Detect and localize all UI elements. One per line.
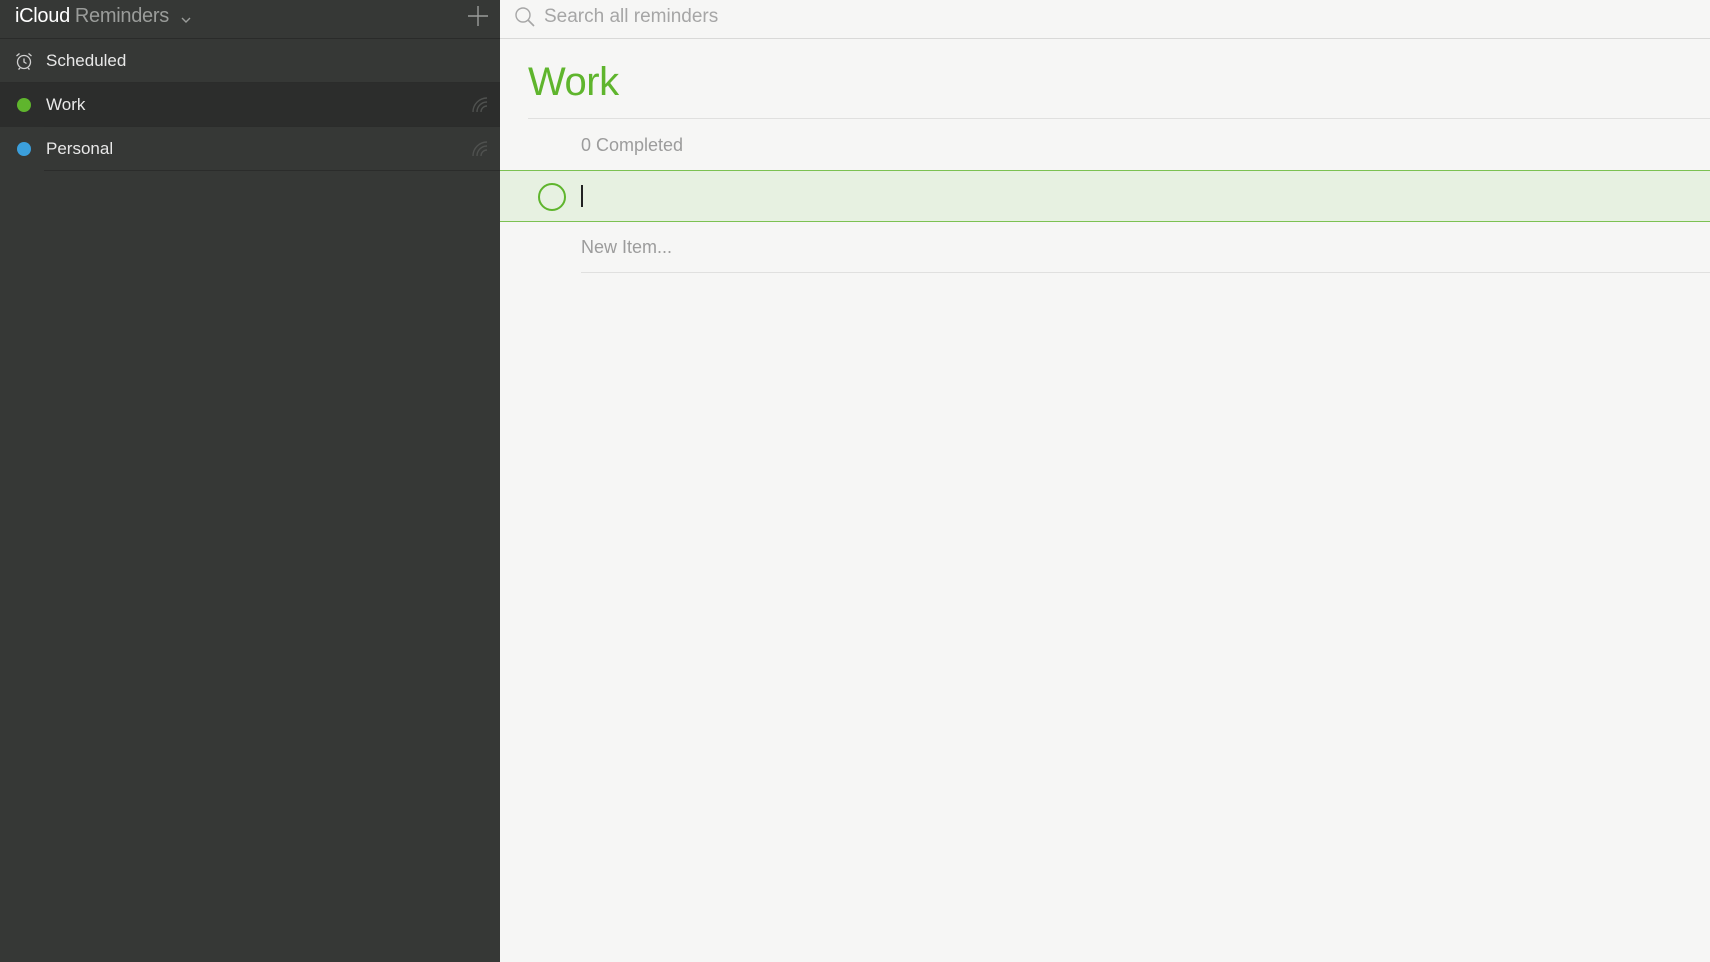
brand-icloud: iCloud (15, 5, 70, 27)
divider (581, 272, 1710, 273)
sidebar-item-label: Work (46, 95, 86, 114)
sidebar-item-personal[interactable]: Personal (0, 127, 500, 171)
reminder-title-input[interactable] (580, 183, 1480, 209)
rss-feed-icon (470, 95, 490, 115)
sidebar-item-scheduled[interactable]: Scheduled (0, 39, 500, 83)
plus-icon[interactable] (466, 4, 490, 28)
sidebar: iCloud Reminders Scheduled Work Personal (0, 0, 500, 962)
search-bar (500, 0, 1710, 39)
brand-app-name: Reminders (74, 5, 169, 27)
divider (528, 118, 1710, 119)
completed-count[interactable]: 0 Completed (581, 135, 683, 156)
complete-checkbox[interactable] (538, 183, 566, 211)
list-title: Work (528, 60, 619, 104)
reminder-row-editing[interactable] (500, 170, 1710, 222)
list-color-dot (17, 98, 31, 112)
sidebar-item-label: Personal (46, 139, 114, 158)
app-switcher[interactable]: iCloud Reminders (15, 5, 191, 28)
list-pane: Work 0 Completed New Item... (500, 0, 1710, 962)
list-color-dot (17, 142, 31, 156)
sidebar-item-work[interactable]: Work (0, 83, 500, 127)
search-icon (514, 6, 536, 28)
reminders-app: iCloud Reminders Scheduled Work Personal… (0, 0, 1710, 962)
new-item-placeholder[interactable]: New Item... (581, 237, 672, 258)
divider (44, 170, 500, 171)
sidebar-header: iCloud Reminders (0, 0, 500, 39)
sidebar-item-label: Scheduled (46, 51, 127, 70)
text-caret (581, 185, 583, 207)
search-input[interactable] (544, 4, 1244, 30)
alarm-clock-icon (14, 51, 34, 71)
rss-feed-icon (470, 139, 490, 159)
chevron-down-icon (181, 12, 191, 23)
